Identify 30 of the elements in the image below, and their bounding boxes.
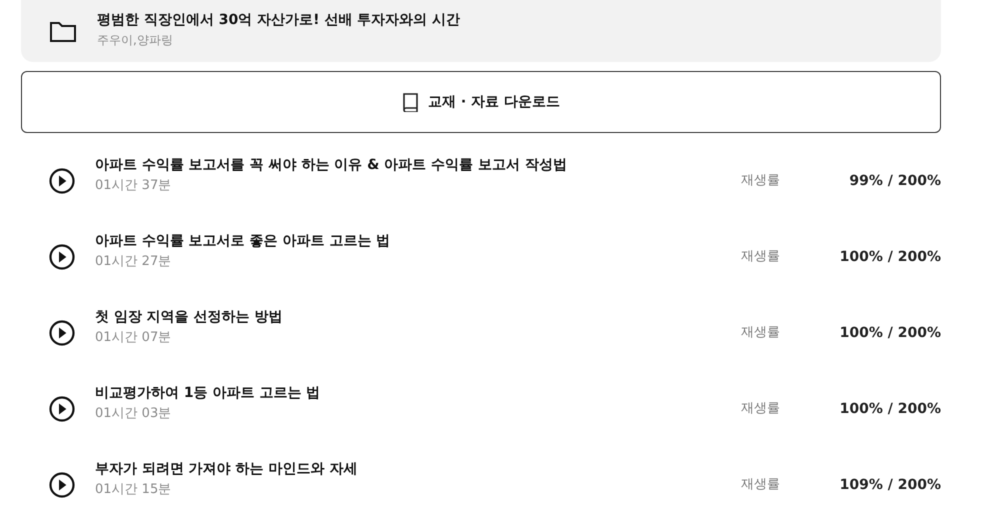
playback-rate-label: 재생률 [741, 476, 781, 494]
playback-rate: 100% / 200% [838, 400, 941, 418]
playback-rate: 100% / 200% [838, 248, 941, 266]
playback-rate-label: 재생률 [741, 400, 781, 418]
playback-rate: 109% / 200% [838, 476, 941, 494]
lesson-duration: 01시간 15분 [95, 480, 172, 499]
lesson-title[interactable]: 아파트 수익률 보고서로 좋은 아파트 고르는 법 [95, 230, 741, 252]
lesson-title[interactable]: 첫 임장 지역을 선정하는 방법 [95, 306, 741, 328]
lesson-title[interactable]: 비교평가하여 1등 아파트 고르는 법 [95, 382, 741, 404]
lesson-duration: 01시간 37분 [95, 176, 172, 195]
play-icon[interactable] [49, 244, 75, 270]
instructor-names: 주우이,양파링 [97, 32, 174, 48]
play-icon[interactable] [49, 168, 75, 194]
folder-icon [49, 19, 77, 43]
course-title: 평범한 직장인에서 30억 자산가로! 선배 투자자와의 시간 [97, 10, 460, 30]
playback-rate: 99% / 200% [848, 172, 941, 190]
lesson-duration: 01시간 07분 [95, 328, 172, 347]
playback-rate-label: 재생률 [741, 172, 781, 190]
play-icon[interactable] [49, 320, 75, 346]
lesson-duration: 01시간 03분 [95, 404, 172, 423]
play-icon[interactable] [49, 472, 75, 498]
lesson-title[interactable]: 부자가 되려면 가져야 하는 마인드와 자세 [95, 458, 741, 480]
book-icon [402, 92, 420, 112]
lesson-title[interactable]: 아파트 수익률 보고서를 꼭 써야 하는 이유 & 아파트 수익률 보고서 작성법 [95, 154, 741, 176]
playback-rate: 100% / 200% [838, 324, 941, 342]
lesson-duration: 01시간 27분 [95, 252, 172, 271]
playback-rate-label: 재생률 [741, 248, 781, 266]
download-button[interactable]: 교재 · 자료 다운로드 [21, 71, 941, 133]
play-icon[interactable] [49, 396, 75, 422]
playback-rate-label: 재생률 [741, 324, 781, 342]
